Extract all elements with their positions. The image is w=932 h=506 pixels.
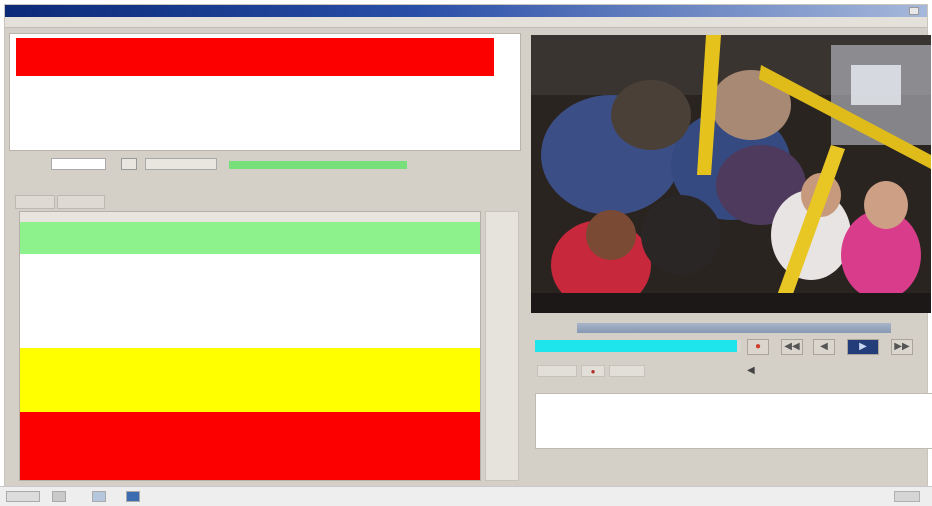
table-row[interactable] — [20, 395, 480, 412]
tray-icon[interactable] — [894, 491, 920, 502]
notes-textarea[interactable] — [535, 393, 932, 449]
events-table — [19, 211, 481, 481]
video-player[interactable] — [531, 35, 931, 313]
load-progress-bar — [229, 161, 407, 169]
table-row[interactable] — [20, 458, 480, 475]
filter-apply-button[interactable] — [145, 158, 217, 170]
app-window: ● ◀◀ ◀ ▶ ▶▶ ● ◀ — [4, 4, 932, 501]
table-scrollbar[interactable] — [485, 211, 519, 481]
alert-panel — [9, 33, 521, 151]
menu-bar — [5, 17, 927, 28]
table-row[interactable] — [20, 348, 480, 365]
table-row[interactable] — [20, 332, 480, 349]
title-bar[interactable] — [5, 5, 927, 17]
table-row[interactable] — [20, 474, 480, 480]
video-frame — [531, 35, 931, 313]
tab-events[interactable] — [15, 195, 55, 209]
speed-controls: ● — [537, 365, 657, 377]
filter-bar — [9, 155, 521, 175]
table-row[interactable] — [20, 300, 480, 317]
mark-event-icon[interactable]: ● — [581, 365, 605, 377]
play-icon[interactable]: ▶ — [847, 339, 879, 355]
table-row[interactable] — [20, 285, 480, 301]
volume-icon[interactable]: ◀ — [747, 365, 761, 377]
filter-dropdown-button[interactable] — [121, 158, 137, 170]
table-row[interactable] — [20, 443, 480, 459]
playback-progress-fill — [535, 340, 737, 352]
table-row[interactable] — [20, 411, 480, 428]
table-row[interactable] — [20, 269, 480, 286]
table-row[interactable] — [20, 237, 480, 254]
alert-row[interactable] — [16, 38, 494, 76]
record-icon[interactable]: ● — [747, 339, 769, 355]
taskbar-app-icon[interactable] — [126, 491, 140, 502]
start-button[interactable] — [6, 491, 40, 502]
load-progress-fill — [229, 161, 407, 169]
taskbar — [0, 486, 932, 506]
table-row[interactable] — [20, 427, 480, 444]
close-icon[interactable] — [909, 7, 919, 15]
speed-button[interactable] — [609, 365, 645, 377]
table-row[interactable] — [20, 253, 480, 270]
filter-input[interactable] — [51, 158, 106, 170]
fast-forward-icon[interactable]: ▶▶ — [891, 339, 913, 355]
rewind-icon[interactable]: ◀◀ — [781, 339, 803, 355]
table-row[interactable] — [20, 316, 480, 333]
taskbar-app-icon[interactable] — [52, 491, 66, 502]
step-back-icon[interactable]: ◀ — [813, 339, 835, 355]
tab-details[interactable] — [57, 195, 105, 209]
taskbar-app-icon[interactable] — [92, 491, 106, 502]
speed-button[interactable] — [537, 365, 577, 377]
table-row[interactable] — [20, 379, 480, 396]
table-row[interactable] — [20, 364, 480, 380]
table-body — [20, 222, 480, 480]
timeline-slider[interactable] — [577, 323, 891, 333]
table-row[interactable] — [20, 222, 480, 238]
timeline-fill — [577, 323, 891, 333]
playback-progress-bar[interactable] — [535, 340, 741, 352]
